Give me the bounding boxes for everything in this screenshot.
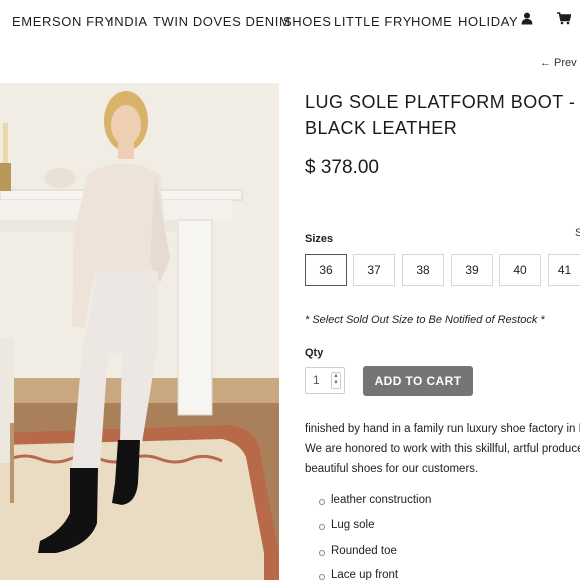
size-option-36[interactable]: 36 (305, 254, 347, 286)
size-option-40[interactable]: 40 (499, 254, 541, 286)
top-navigation: EMERSON FRY INDIA TWIN DOVES DENIM SHOES… (0, 0, 580, 42)
feature-item: Lace up front (318, 569, 398, 580)
size-option-37[interactable]: 37 (353, 254, 395, 286)
size-option-39[interactable]: 39 (451, 254, 493, 286)
size-option-41[interactable]: 41 (548, 254, 580, 286)
nav-item-emerson-fry[interactable]: EMERSON FRY (12, 14, 114, 29)
user-icon[interactable] (521, 12, 533, 30)
quantity-spinner-icon[interactable]: ▲ ▼ (331, 372, 341, 389)
description-line-2: We are honored to work with this skillfu… (305, 443, 580, 455)
size-option-38[interactable]: 38 (402, 254, 444, 286)
product-price: $ 378.00 (305, 157, 379, 178)
product-title: LUG SOLE PLATFORM BOOT - BLACK LEATHER (305, 89, 580, 141)
nav-item-holiday[interactable]: HOLIDAY (458, 14, 518, 29)
cart-icon[interactable] (557, 12, 572, 30)
product-title-line-1: LUG SOLE PLATFORM BOOT - (305, 92, 576, 112)
feature-item: Rounded toe (319, 545, 397, 557)
restock-note: * Select Sold Out Size to Be Notified of… (305, 314, 545, 326)
add-to-cart-button[interactable]: ADD TO CART (363, 366, 473, 396)
feature-item: Lug sole (318, 519, 374, 531)
quantity-stepper[interactable]: 1 ▲ ▼ (305, 367, 345, 394)
nav-item-shoes[interactable]: SHOES (283, 14, 332, 29)
prev-link[interactable]: ← Prev (540, 57, 577, 69)
product-title-line-2: BLACK LEATHER (305, 118, 458, 138)
sizes-label: Sizes (305, 233, 334, 245)
nav-item-little-fry[interactable]: LITTLE FRY (334, 14, 412, 29)
product-photo[interactable] (0, 83, 279, 580)
size-guide-link[interactable]: S (575, 227, 580, 239)
quantity-label: Qty (305, 347, 324, 359)
nav-item-twin-doves-denim[interactable]: TWIN DOVES DENIM (153, 14, 290, 29)
feature-item: leather construction (318, 494, 431, 506)
nav-item-home[interactable]: HOME (411, 14, 452, 29)
description-line-1: finished by hand in a family run luxury … (305, 423, 580, 435)
quantity-value: 1 (313, 373, 320, 387)
description-line-3: beautiful shoes for our customers. (305, 463, 479, 475)
nav-item-india[interactable]: INDIA (110, 14, 148, 29)
